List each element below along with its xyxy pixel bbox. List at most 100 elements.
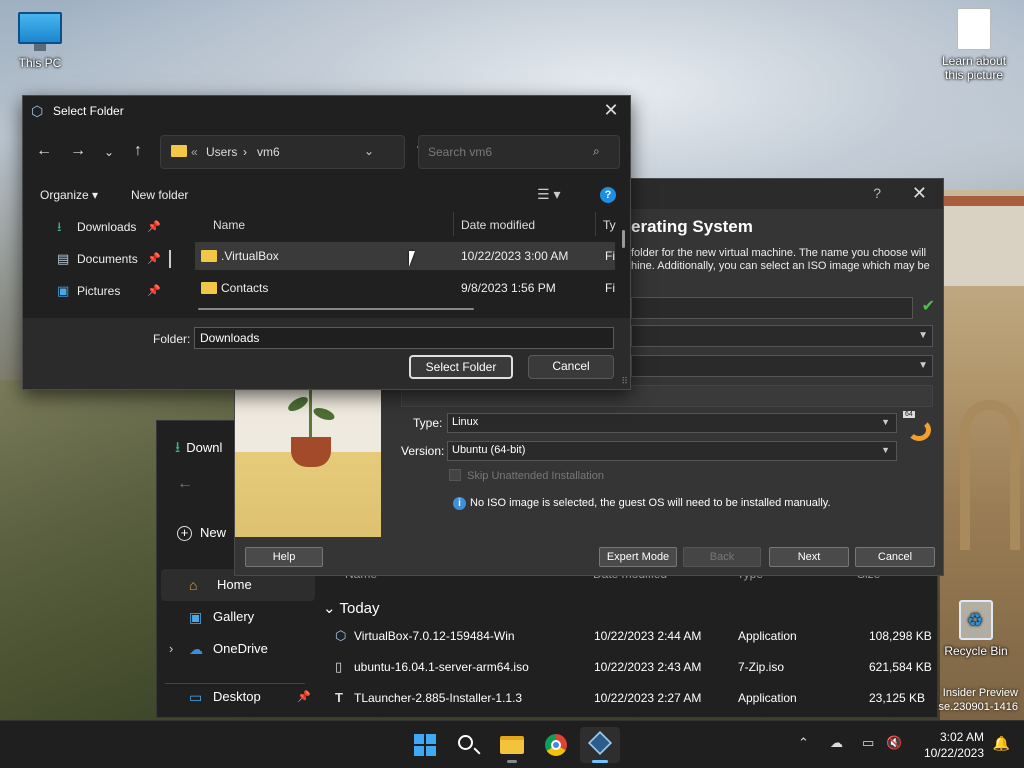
onedrive-cloud-icon[interactable]: ☁ — [830, 735, 843, 751]
desktop-icon-this-pc[interactable]: This PC — [0, 12, 80, 70]
folder-input[interactable] — [194, 327, 614, 349]
folder-name: .VirtualBox — [221, 249, 279, 263]
up-arrow-icon[interactable]: ↑ — [127, 142, 149, 160]
view-options-icon[interactable]: ☰ ▾ — [537, 186, 560, 203]
vertical-scrollbar[interactable] — [622, 230, 625, 248]
column-header-name[interactable]: Name — [213, 218, 245, 232]
wallpaper-bridge — [960, 400, 1020, 550]
download-icon: ⭳ — [175, 439, 181, 456]
recent-locations-chevron-icon[interactable]: ⌄ — [98, 145, 120, 159]
version-value: Ubuntu (64-bit) — [452, 444, 526, 456]
sidebar-item-label: OneDrive — [213, 641, 268, 656]
show-hidden-icons-chevron-icon[interactable]: ⌃ — [798, 735, 809, 751]
virtualbox-taskbar-button[interactable] — [580, 727, 620, 763]
wizard-illustration — [235, 385, 381, 537]
explorer-new-button[interactable]: + New — [177, 525, 226, 541]
file-row[interactable]: ▯ ubuntu-16.04.1-server-arm64.iso 10/22/… — [317, 652, 937, 682]
home-icon: ⌂ — [189, 577, 198, 593]
pin-icon[interactable]: 📌 — [147, 214, 161, 240]
organize-menu[interactable]: Organize ▾ — [40, 188, 98, 202]
breadcrumb-vm6[interactable]: vm6 — [257, 145, 280, 159]
search-button[interactable] — [448, 727, 488, 763]
system-clock[interactable]: 3:02 AM 10/22/2023 — [924, 729, 984, 761]
forward-arrow-icon[interactable]: → — [67, 142, 89, 160]
select-folder-button[interactable]: Select Folder — [409, 355, 513, 379]
chevron-right-icon[interactable]: › — [169, 633, 173, 665]
build-watermark: Insider Preview se.230901-1416 — [938, 686, 1018, 714]
info-icon: i — [453, 497, 466, 510]
sidebar-item-desktop[interactable]: ▭ Desktop 📌 — [157, 681, 315, 713]
expert-mode-button[interactable]: Expert Mode — [599, 547, 677, 567]
type-label: Type: — [413, 416, 443, 430]
iso-image-combo[interactable]: ▼ — [631, 355, 933, 377]
new-folder-button[interactable]: New folder — [131, 188, 188, 202]
close-icon[interactable]: ✕ — [912, 183, 927, 204]
folder-row[interactable]: .VirtualBox 10/22/2023 3:00 AM Fi — [195, 242, 615, 270]
desktop-icon-label: Learn about this picture — [941, 54, 1007, 82]
notification-bell-icon[interactable]: 🔔 — [993, 735, 1010, 752]
column-header-date[interactable]: Date modified — [461, 218, 535, 232]
sidebar-item-onedrive[interactable]: › ☁ OneDrive — [157, 633, 315, 665]
chevron-down-icon: ⌄ — [323, 600, 336, 617]
column-separator[interactable] — [595, 212, 596, 236]
watermark-line: Insider Preview — [942, 687, 1018, 699]
breadcrumb-users[interactable]: Users — [206, 145, 237, 159]
close-icon[interactable]: ✕ — [600, 100, 622, 121]
vm-name-field[interactable] — [631, 297, 913, 319]
file-row[interactable]: ⬡ VirtualBox-7.0.12-159484-Win 10/22/202… — [317, 621, 937, 651]
help-icon[interactable]: ? — [600, 187, 616, 203]
resize-grip-icon[interactable]: ⠿ — [621, 376, 628, 387]
chevron-down-icon[interactable]: ⌄ — [364, 144, 374, 158]
column-separator[interactable] — [453, 212, 454, 236]
desktop-icon-recycle-bin[interactable]: ♻ Recycle Bin — [936, 600, 1016, 658]
address-bar[interactable]: « Users › vm6 ⌄ ↻ — [160, 135, 428, 169]
application-icon: ⬡ — [335, 628, 347, 643]
help-button[interactable]: Help — [245, 547, 323, 567]
folder-combo[interactable]: ▼ — [631, 325, 933, 347]
desktop-icon-learn-picture[interactable]: Learn about this picture — [934, 8, 1014, 82]
info-text: No ISO image is selected, the guest OS w… — [470, 497, 831, 509]
dialog-cancel-button[interactable]: Cancel — [528, 355, 614, 379]
network-icon[interactable]: ▭ — [862, 735, 874, 751]
file-type: Application — [738, 629, 797, 643]
folder-row[interactable]: Contacts 9/8/2023 1:56 PM Fi — [195, 274, 615, 302]
help-button-label: Help — [272, 551, 296, 563]
speaker-muted-icon[interactable]: 🔇 — [886, 735, 902, 751]
dialog-titlebar: ⬡ Select Folder ✕ — [23, 96, 630, 126]
search-input[interactable] — [418, 135, 620, 169]
pictures-icon: ▣ — [57, 283, 70, 298]
start-button[interactable] — [404, 727, 444, 763]
sidebar-item-documents[interactable]: ▤ Documents 📌 — [23, 246, 191, 278]
pin-icon[interactable]: 📌 — [147, 246, 161, 272]
sidebar-scroll-indicator[interactable] — [169, 250, 171, 268]
sidebar-item-gallery[interactable]: ▣ Gallery — [157, 601, 315, 633]
version-combo[interactable]: Ubuntu (64-bit) ▼ — [447, 441, 897, 461]
pin-icon[interactable]: 📌 — [147, 278, 161, 304]
file-date: 10/22/2023 2:43 AM — [594, 660, 702, 674]
select-folder-dialog[interactable]: ⬡ Select Folder ✕ ← → ⌄ ↑ « Users › vm6 … — [22, 95, 631, 390]
desktop-icon-label: Recycle Bin — [944, 644, 1008, 658]
column-header-type[interactable]: Ty — [603, 218, 616, 232]
sidebar-item-label: Documents — [77, 252, 138, 266]
checkmark-icon: ✔ — [921, 298, 935, 315]
explorer-title-text: Downl — [186, 440, 223, 455]
sidebar-item-downloads[interactable]: ⭳ Downloads 📌 — [23, 214, 191, 246]
sidebar-item-pictures[interactable]: ▣ Pictures 📌 — [23, 278, 191, 310]
next-button[interactable]: Next — [769, 547, 849, 567]
back-arrow-icon[interactable]: ← — [33, 142, 55, 160]
cloud-icon: ☁ — [189, 641, 203, 657]
pin-icon[interactable]: 📌 — [297, 681, 311, 713]
horizontal-scrollbar[interactable] — [198, 308, 474, 310]
wizard-heading: erating System — [631, 217, 753, 236]
virtualbox-icon: ⬡ — [31, 103, 44, 119]
type-combo[interactable]: Linux ▼ — [447, 413, 897, 433]
group-header-today[interactable]: ⌄ Today — [323, 599, 380, 617]
cancel-button[interactable]: Cancel — [855, 547, 935, 567]
select-folder-label: Select Folder — [425, 360, 497, 374]
help-question-button[interactable]: ? — [873, 185, 881, 201]
file-row[interactable]: T TLauncher-2.885-Installer-1.1.3 10/22/… — [317, 683, 937, 713]
chrome-taskbar-button[interactable] — [536, 727, 576, 763]
breadcrumb-overflow[interactable]: « — [191, 145, 198, 159]
file-explorer-taskbar-button[interactable] — [492, 727, 532, 763]
explorer-back-button[interactable]: ← — [177, 475, 193, 493]
